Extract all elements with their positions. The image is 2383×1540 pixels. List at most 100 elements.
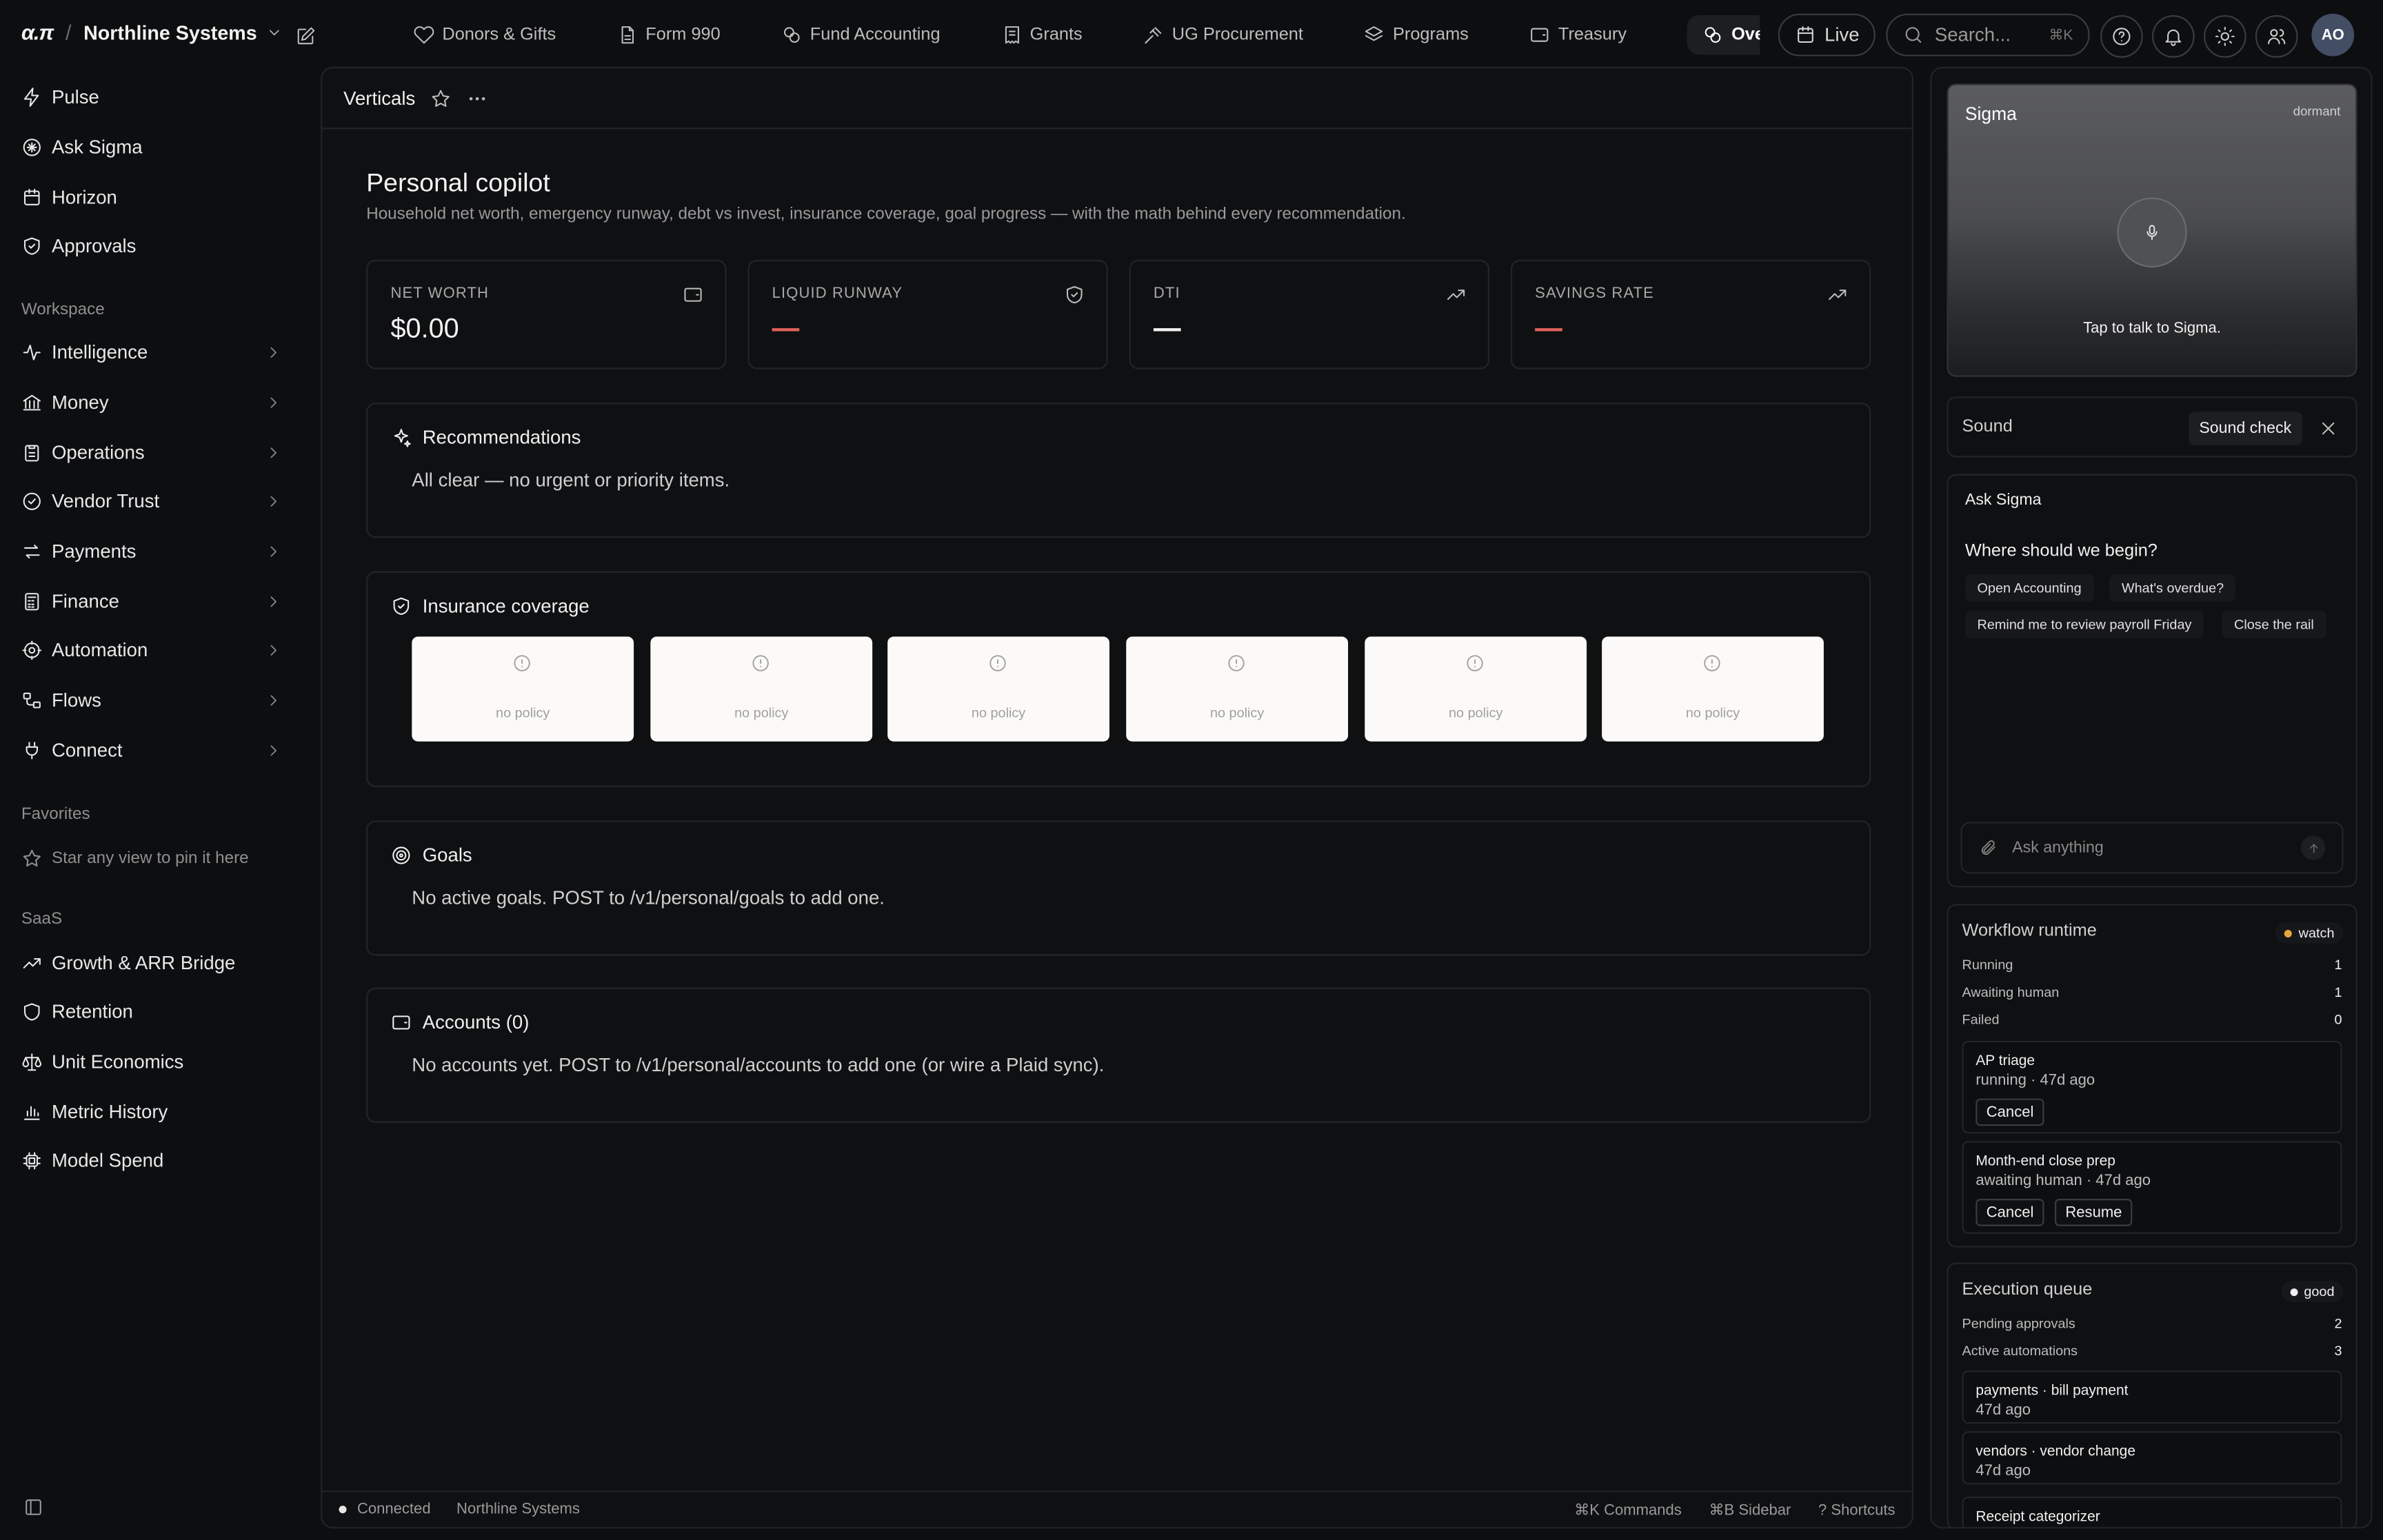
users-icon — [2268, 29, 2286, 45]
sidebar-item-label: Metric History — [51, 1101, 168, 1123]
workflow-name: AP triage — [1975, 1053, 2035, 1070]
tab-donors-gifts[interactable]: Donors & Gifts — [414, 24, 556, 45]
tab-label: UG Procurement — [1172, 26, 1303, 44]
status-text: good — [2304, 1284, 2335, 1299]
gavel-icon — [1145, 27, 1162, 44]
voice-panel[interactable]: Sigma dormant Tap to talk to Sigma. — [1947, 83, 2357, 377]
commands-hint[interactable]: ⌘K Commands — [1574, 1503, 1682, 1519]
more-horizontal-icon[interactable] — [467, 88, 488, 109]
sidebar-item-horizon[interactable]: Horizon — [21, 181, 283, 214]
search-input[interactable]: Search... ⌘K — [1886, 13, 2090, 57]
sidebar-item-label: Ask Sigma — [51, 136, 143, 159]
metric-value: 2 — [2334, 1315, 2342, 1331]
tab-overview[interactable]: Overvie — [1687, 15, 1760, 55]
sidebar-item-growth-arr[interactable]: Growth & ARR Bridge — [21, 946, 283, 980]
panel-title: Workflow runtime — [1962, 922, 2097, 941]
layers-icon — [1365, 26, 1384, 41]
arrow-up-icon — [2309, 843, 2317, 853]
sidebar-item-metric-history[interactable]: Metric History — [21, 1095, 283, 1128]
suggestion-chip[interactable]: What's overdue? — [2109, 574, 2236, 602]
tab-grants[interactable]: Grants — [1001, 24, 1083, 45]
tab-label: Overvie — [1731, 26, 1760, 44]
alert-circle-icon — [1467, 655, 1483, 671]
workflow-status: running · 47d ago — [1975, 1073, 2095, 1090]
resume-button[interactable]: Resume — [2054, 1199, 2133, 1226]
policy-tile[interactable]: no policy — [650, 636, 873, 742]
sidebar-toggle-icon[interactable] — [23, 1497, 44, 1518]
sidebar-item-ask-sigma[interactable]: Ask Sigma — [21, 131, 283, 164]
shortcuts-hint[interactable]: ? Shortcuts — [1818, 1503, 1896, 1519]
sidebar-item-automation[interactable]: Automation — [21, 634, 283, 667]
chevron-right-icon — [270, 496, 276, 507]
tab-fund-accounting[interactable]: Fund Accounting — [781, 24, 941, 45]
sidebar-item-label: Unit Economics — [51, 1051, 184, 1073]
bolt-icon — [23, 88, 39, 107]
star-icon[interactable] — [430, 88, 452, 109]
sidebar-item-vendor-trust[interactable]: Vendor Trust — [21, 485, 283, 518]
queue-item[interactable]: Receipt categorizer — [1962, 1497, 2342, 1528]
policy-tile[interactable]: no policy — [1602, 636, 1824, 742]
sidebar-item-approvals[interactable]: Approvals — [21, 230, 283, 263]
sidebar-item-intelligence[interactable]: Intelligence — [21, 336, 283, 369]
suggestion-chip[interactable]: Remind me to review payroll Friday — [1964, 611, 2204, 638]
sidebar-item-money[interactable]: Money — [21, 386, 283, 419]
cancel-button[interactable]: Cancel — [1975, 1098, 2044, 1126]
sidebar-item-model-spend[interactable]: Model Spend — [21, 1144, 283, 1177]
queue-item[interactable]: vendors · vendor change 47d ago — [1962, 1431, 2342, 1485]
policy-tile[interactable]: no policy — [1126, 636, 1349, 742]
cancel-button[interactable]: Cancel — [1975, 1199, 2044, 1226]
tab-label: Form 990 — [645, 26, 721, 44]
policy-tile[interactable]: no policy — [412, 636, 634, 742]
sound-check-button[interactable]: Sound check — [2188, 412, 2302, 445]
suggestion-chip[interactable]: Close the rail — [2222, 611, 2326, 638]
sidebar-item-connect[interactable]: Connect — [21, 734, 283, 767]
status-text: watch — [2298, 925, 2335, 941]
tab-label: Treasury — [1558, 26, 1627, 44]
sidebar-item-finance[interactable]: Finance — [21, 585, 283, 618]
user-avatar[interactable]: AO — [2311, 13, 2355, 57]
metric-label: Active automations — [1962, 1343, 2078, 1359]
tab-ug-procurement[interactable]: UG Procurement — [1143, 24, 1303, 45]
sidebar-item-unit-economics[interactable]: Unit Economics — [21, 1045, 283, 1078]
metric-label: Failed — [1962, 1011, 2000, 1027]
theme-toggle-button[interactable] — [2203, 15, 2246, 58]
queue-item[interactable]: payments · bill payment 47d ago — [1962, 1370, 2342, 1424]
notifications-button[interactable] — [2152, 15, 2195, 58]
status-org: Northline Systems — [456, 1501, 580, 1518]
ask-input[interactable]: Ask anything — [1960, 822, 2344, 874]
search-icon — [1905, 27, 1922, 43]
org-name: Northline Systems — [83, 20, 257, 43]
sidebar-item-operations[interactable]: Operations — [21, 436, 283, 469]
live-button[interactable]: Live — [1778, 13, 1876, 57]
voice-state: dormant — [2293, 103, 2341, 119]
kpi-liquid-runway: LIQUID RUNWAY — [747, 259, 1108, 369]
section-title: Goals — [390, 844, 472, 866]
breadcrumb-verticals[interactable]: Verticals — [343, 88, 415, 109]
mic-button[interactable] — [2117, 197, 2187, 267]
sidebar-item-flows[interactable]: Flows — [21, 684, 283, 717]
sidebar-item-payments[interactable]: Payments — [21, 535, 283, 568]
sidebar-item-label: Connect — [51, 740, 123, 762]
send-button[interactable] — [2301, 835, 2326, 860]
sidebar-item-pulse[interactable]: Pulse — [21, 81, 283, 114]
compose-icon[interactable] — [295, 26, 316, 47]
tab-label: Programs — [1392, 26, 1469, 44]
metric-row: Active automations 3 — [1962, 1343, 2342, 1358]
policy-tile[interactable]: no policy — [1365, 636, 1587, 742]
close-icon[interactable] — [2317, 418, 2339, 439]
tab-form-990[interactable]: Form 990 — [616, 24, 721, 45]
help-button[interactable] — [2100, 15, 2143, 58]
panel-title: Execution queue — [1962, 1281, 2093, 1299]
section-title-text: Accounts (0) — [422, 1011, 530, 1033]
sidebar-hint[interactable]: ⌘B Sidebar — [1709, 1503, 1791, 1519]
metric-value: 1 — [2334, 957, 2342, 973]
tab-programs[interactable]: Programs — [1364, 24, 1469, 45]
sidebar-item-retention[interactable]: Retention — [21, 995, 283, 1029]
paperclip-icon[interactable] — [1979, 839, 1997, 857]
tab-treasury[interactable]: Treasury — [1529, 24, 1627, 45]
org-switcher[interactable]: α.π / Northline Systems — [21, 20, 283, 44]
connection-status: Connected — [356, 1501, 431, 1518]
team-button[interactable] — [2255, 15, 2298, 58]
suggestion-chip[interactable]: Open Accounting — [1964, 574, 2094, 602]
policy-tile[interactable]: no policy — [887, 636, 1109, 742]
